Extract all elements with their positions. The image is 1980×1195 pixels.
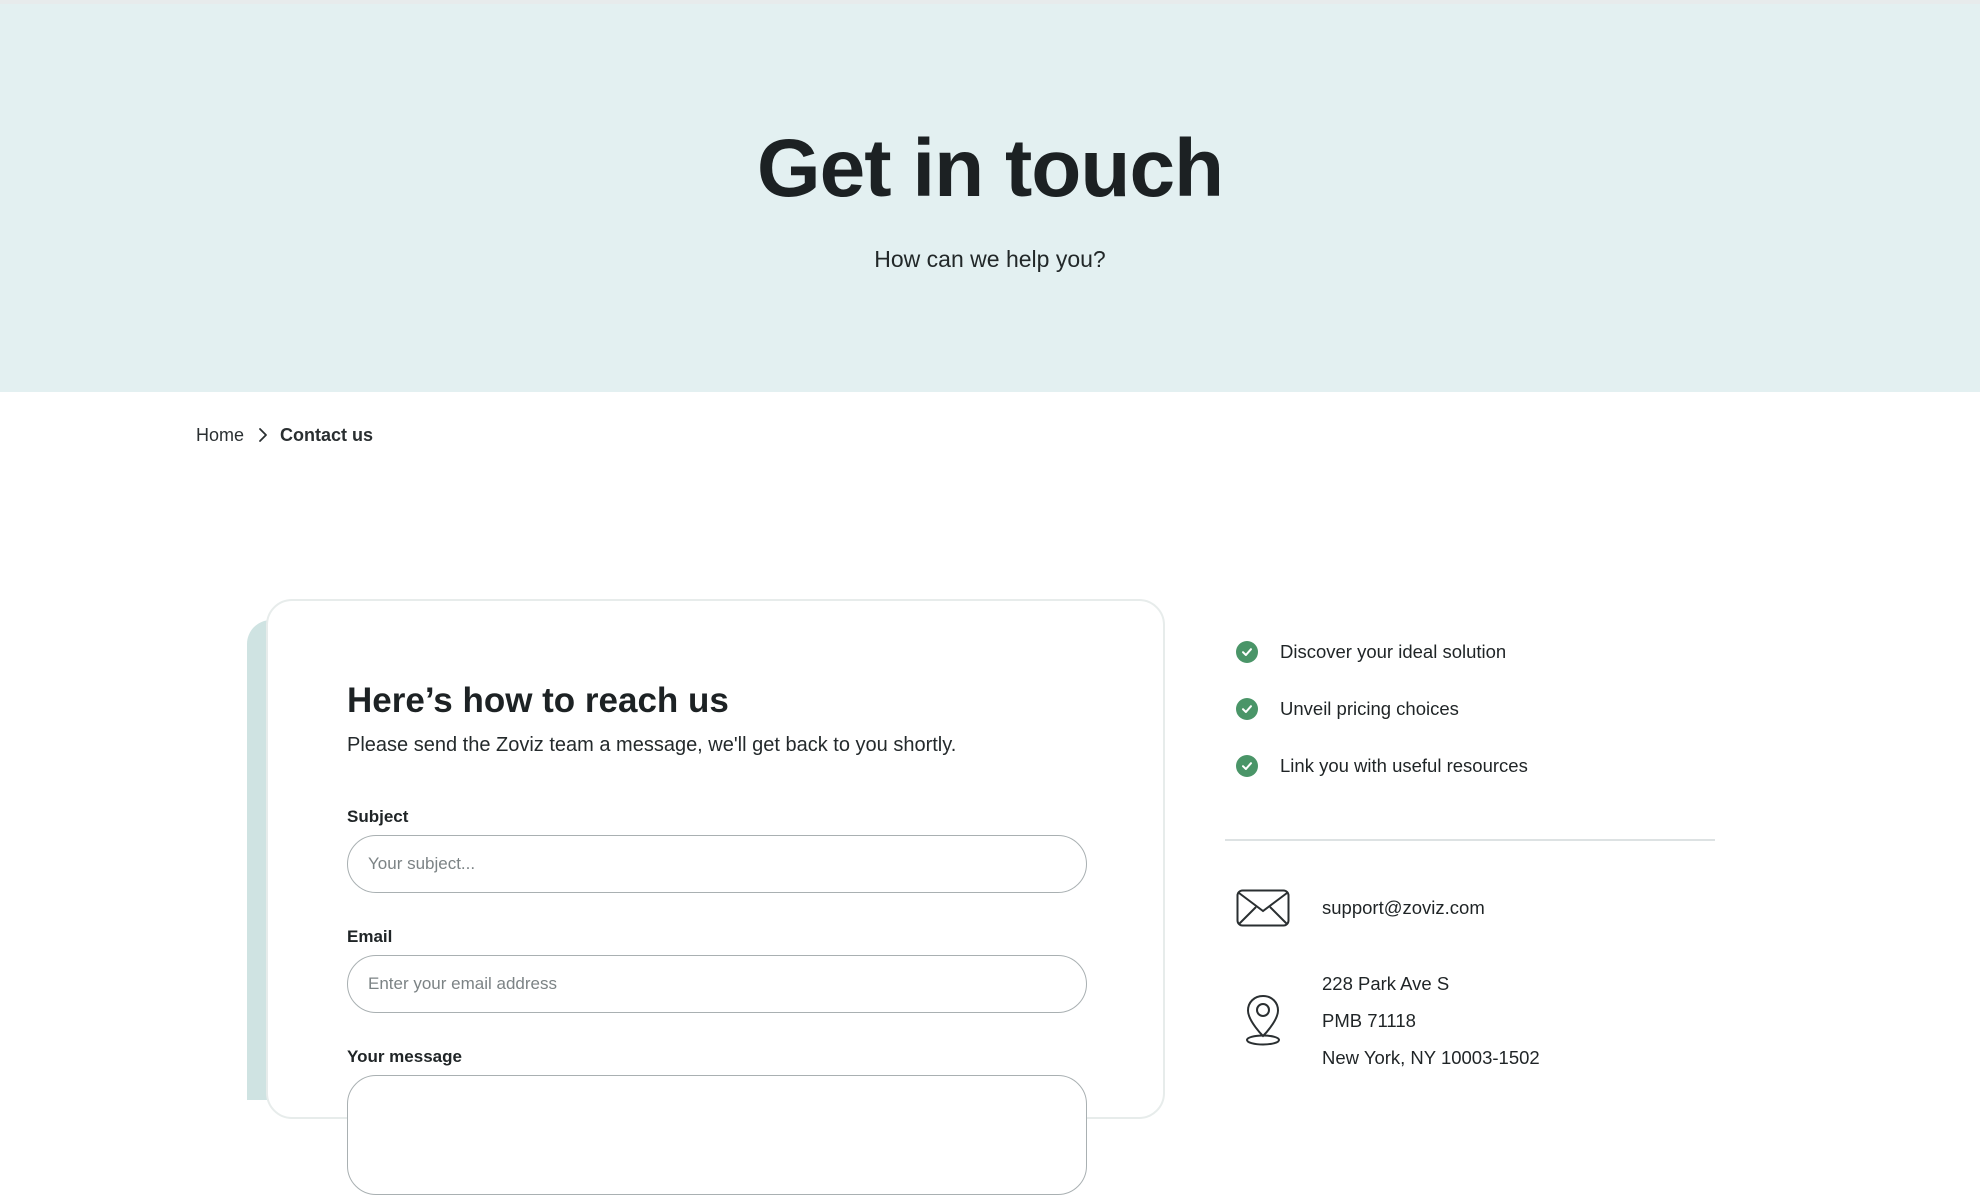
map-pin-icon <box>1236 965 1290 1076</box>
breadcrumb-home-link[interactable]: Home <box>196 425 244 446</box>
support-email-link[interactable]: support@zoviz.com <box>1322 889 1485 927</box>
address-line: 228 Park Ave S <box>1322 973 1450 994</box>
email-label: Email <box>347 927 393 946</box>
form-intro: Please send the Zoviz team a message, we… <box>347 734 957 756</box>
envelope-icon <box>1236 889 1290 927</box>
benefit-item: Discover your ideal solution <box>1236 637 1506 667</box>
subject-input[interactable] <box>347 835 1087 893</box>
chevron-right-icon <box>258 427 268 443</box>
hero-banner: Get in touch How can we help you? <box>0 4 1980 392</box>
subject-label: Subject <box>347 807 409 826</box>
benefit-label: Link you with useful resources <box>1280 755 1528 776</box>
address-line: PMB 71118 <box>1322 1010 1416 1031</box>
contact-form-card: Here’s how to reach us Please send the Z… <box>266 599 1165 1195</box>
benefit-label: Discover your ideal solution <box>1280 641 1507 662</box>
address-line: New York, NY 10003-1502 <box>1322 1047 1540 1068</box>
contact-address-row: 228 Park Ave S PMB 71118 New York, NY 10… <box>1236 965 1540 1076</box>
message-input[interactable] <box>347 1075 1087 1195</box>
breadcrumb: Home Contact us <box>196 420 373 450</box>
address-block: 228 Park Ave S PMB 71118 New York, NY 10… <box>1322 965 1540 1076</box>
check-circle-icon <box>1236 698 1258 720</box>
email-input[interactable] <box>347 955 1087 1013</box>
section-divider <box>1225 839 1715 841</box>
benefit-label: Unveil pricing choices <box>1280 698 1459 719</box>
benefit-item: Unveil pricing choices <box>1236 694 1459 724</box>
contact-email-row: support@zoviz.com <box>1236 889 1485 927</box>
breadcrumb-current: Contact us <box>280 424 374 445</box>
page-title: Get in touch <box>756 123 1224 214</box>
benefit-item: Link you with useful resources <box>1236 751 1528 781</box>
form-heading: Here’s how to reach us <box>347 681 729 720</box>
check-circle-icon <box>1236 641 1258 663</box>
check-circle-icon <box>1236 755 1258 777</box>
page-subtitle: How can we help you? <box>874 246 1106 272</box>
message-label: Your message <box>347 1047 462 1066</box>
